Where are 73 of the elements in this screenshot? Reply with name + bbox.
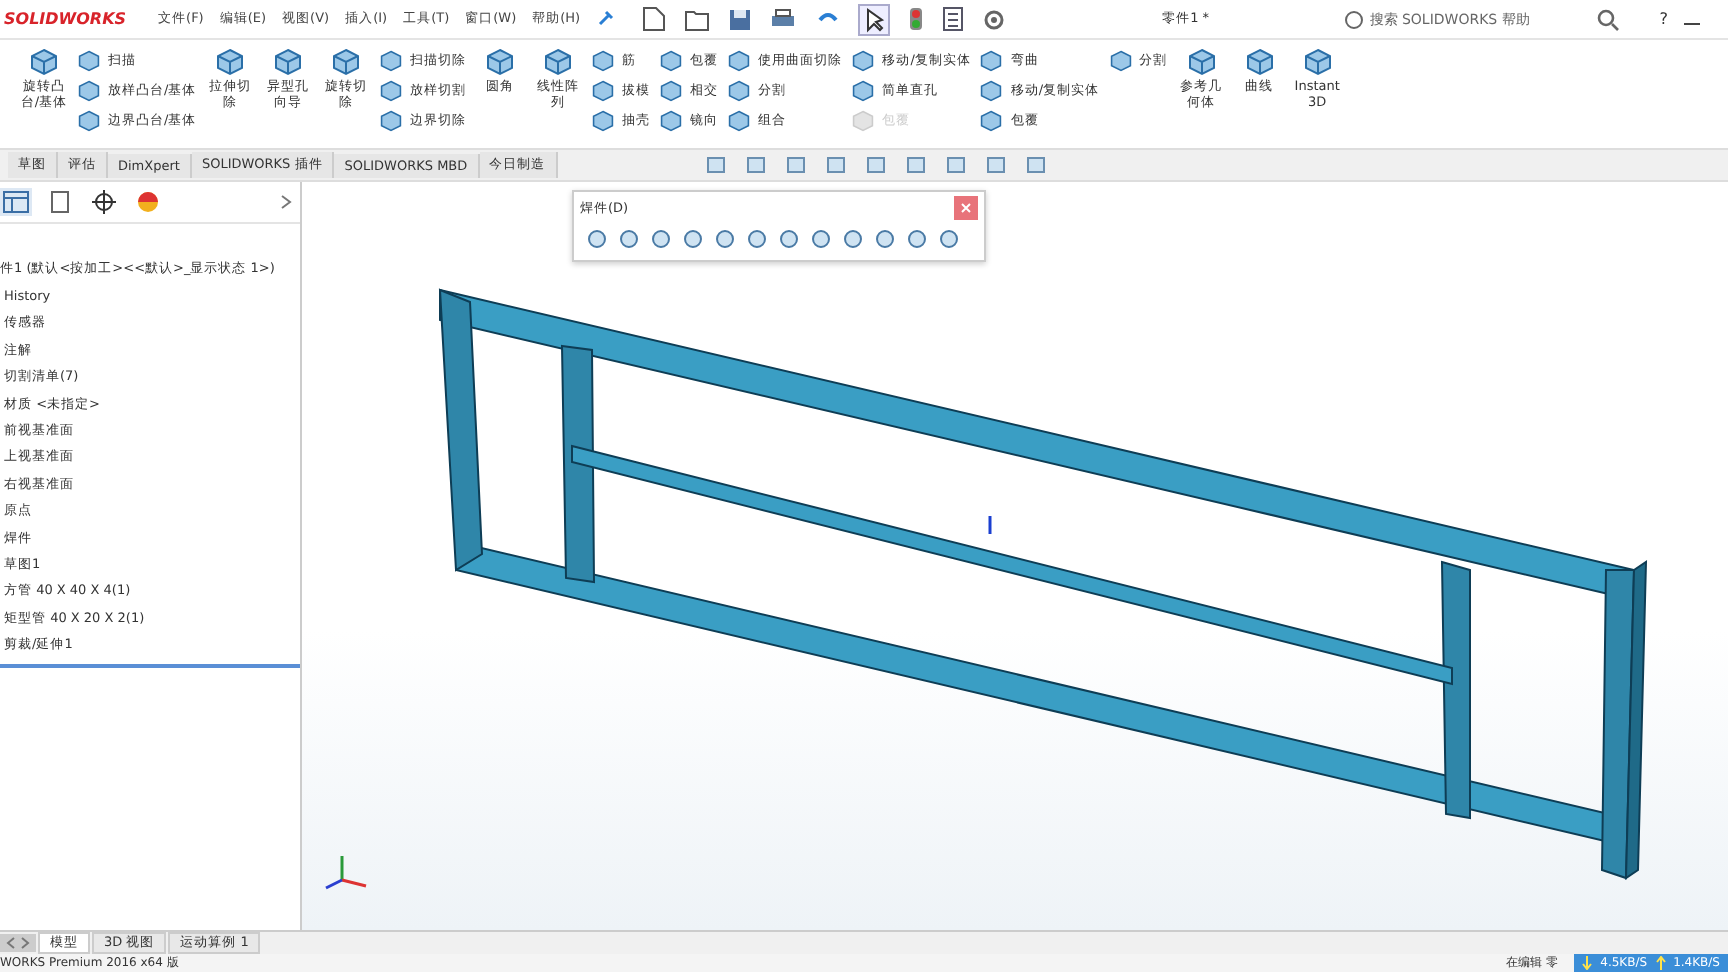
- cube-icon: [380, 49, 403, 71]
- help-button[interactable]: ?: [1659, 10, 1668, 28]
- cube-icon: [544, 48, 573, 76]
- cube-icon: [592, 49, 615, 71]
- cube-icon: [592, 109, 615, 131]
- cube-icon: [380, 109, 403, 131]
- cube-icon: [728, 109, 751, 131]
- cube-icon: [216, 48, 245, 76]
- cube-icon: [728, 49, 751, 71]
- cube-icon: [660, 49, 683, 71]
- weldment-tool-icon[interactable]: [714, 228, 736, 250]
- cube-icon: [1187, 48, 1216, 76]
- view-tool-icon[interactable]: [706, 154, 728, 176]
- traffic-light-icon[interactable]: [908, 6, 925, 32]
- app-logo: SOLIDWORKS: [4, 10, 129, 28]
- weldment-tool-icon[interactable]: [682, 228, 704, 250]
- down-arrow-icon: [1582, 956, 1593, 970]
- search-icon[interactable]: [1595, 7, 1620, 31]
- view-tool-icon[interactable]: [946, 154, 968, 176]
- cube-icon: [78, 79, 100, 101]
- view-tool-icon[interactable]: [906, 154, 928, 176]
- axis-triad-icon: [322, 852, 370, 892]
- chevron-right-icon[interactable]: [280, 194, 292, 210]
- weldment-tool-icon[interactable]: [938, 228, 960, 250]
- view-tool-icon[interactable]: [1026, 154, 1048, 176]
- view-tool-icon[interactable]: [826, 154, 848, 176]
- save-icon[interactable]: [728, 7, 753, 31]
- view-tool-icon[interactable]: [986, 154, 1008, 176]
- weldment-tool-icon[interactable]: [874, 228, 896, 250]
- cube-icon: [78, 109, 100, 131]
- cube-icon: [274, 48, 303, 76]
- cube-icon: [380, 79, 403, 101]
- weldment-tool-icon[interactable]: [810, 228, 832, 250]
- select-cursor-icon[interactable]: [858, 3, 891, 35]
- cube-icon: [592, 79, 615, 101]
- cube-icon: [332, 48, 361, 76]
- open-folder-icon[interactable]: [684, 7, 711, 31]
- cube-icon: [1245, 48, 1274, 76]
- cube-icon: [980, 109, 1003, 131]
- weldment-tool-icon[interactable]: [778, 228, 800, 250]
- feature-tree-tab-icon[interactable]: [0, 188, 32, 216]
- cube-icon: [30, 48, 58, 76]
- view-tool-icon[interactable]: [786, 154, 808, 176]
- weldment-tool-icon[interactable]: [586, 228, 608, 250]
- view-tool-icon[interactable]: [746, 154, 768, 176]
- cube-icon: [852, 109, 875, 131]
- scroll-arrows-icon[interactable]: [0, 934, 36, 952]
- print-icon[interactable]: [770, 7, 797, 31]
- close-icon[interactable]: [954, 196, 978, 220]
- cube-icon: [852, 79, 875, 101]
- weldment-tool-icon[interactable]: [906, 228, 928, 250]
- cube-icon: [660, 79, 683, 101]
- weldment-tool-icon[interactable]: [842, 228, 864, 250]
- weldment-tool-icon[interactable]: [650, 228, 672, 250]
- settings-icon[interactable]: [982, 7, 1007, 31]
- cube-icon: [980, 79, 1003, 101]
- weldment-tool-icon[interactable]: [618, 228, 640, 250]
- cube-icon: [980, 49, 1003, 71]
- cube-icon: [728, 79, 751, 101]
- crosshair-icon[interactable]: [88, 188, 120, 216]
- cube-icon: [660, 109, 683, 131]
- cube-icon: [1303, 48, 1332, 76]
- cube-icon: [852, 49, 875, 71]
- cube-icon: [78, 49, 100, 71]
- appearance-ball-icon[interactable]: [132, 188, 164, 216]
- cube-icon: [1109, 49, 1132, 71]
- cube-icon: [486, 48, 515, 76]
- weldment-tool-icon[interactable]: [746, 228, 768, 250]
- new-document-icon[interactable]: [642, 6, 667, 32]
- view-tool-icon[interactable]: [866, 154, 888, 176]
- up-arrow-icon: [1655, 956, 1666, 970]
- help-circle-icon: [1343, 9, 1364, 29]
- list-icon[interactable]: [942, 6, 965, 32]
